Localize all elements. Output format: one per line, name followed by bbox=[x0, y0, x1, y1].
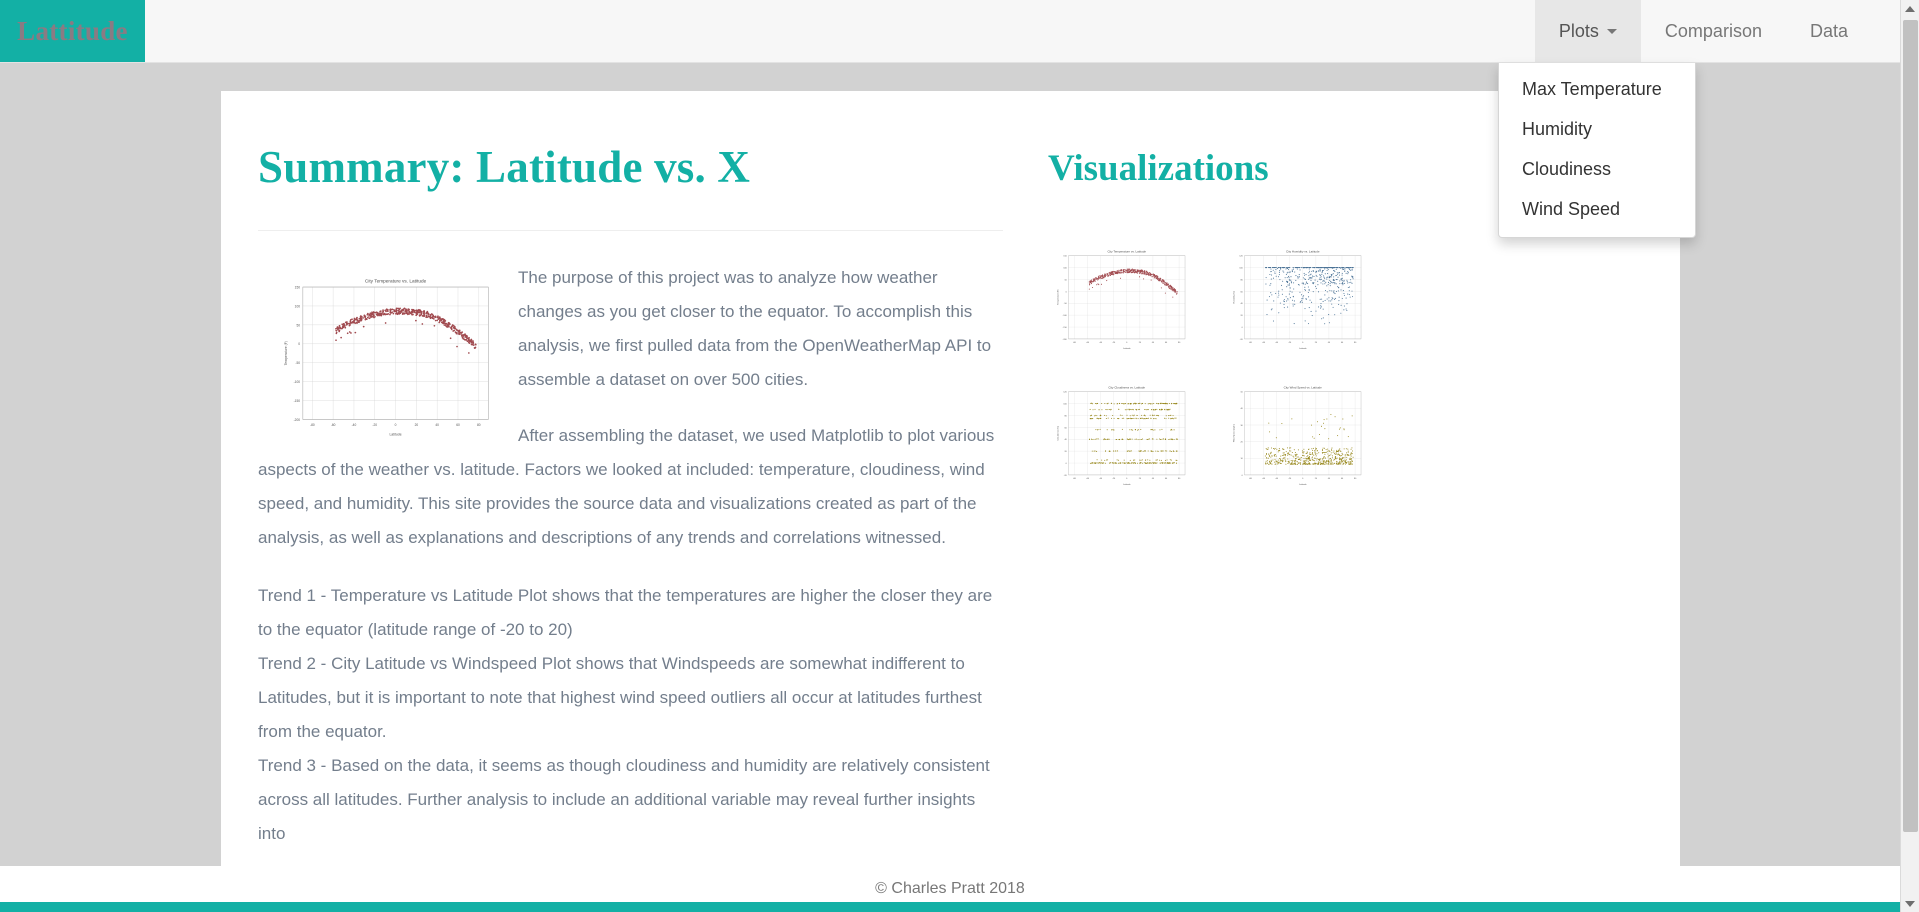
chart-title-temperature: City Temperature vs. Latitude bbox=[365, 278, 427, 284]
nav-item-plots[interactable]: Plots bbox=[1534, 0, 1641, 62]
dropdown-item-max-temperature[interactable]: Max Temperature bbox=[1499, 69, 1695, 109]
svg-text:-60: -60 bbox=[331, 423, 336, 427]
thumbnail-windspeed[interactable]: City Wind Speed vs. Latitude 50 40 30 20… bbox=[1224, 381, 1372, 491]
thumb-temperature-svg: City Temperature vs. Latitude 150100 500… bbox=[1050, 245, 1194, 355]
footer-copyright: © Charles Pratt 2018 bbox=[875, 880, 1025, 897]
content-row: Summary: Latitude vs. X City Temperature… bbox=[221, 91, 1680, 851]
nav-item-plots-label: Plots bbox=[1558, 20, 1599, 41]
svg-text:80: 80 bbox=[477, 423, 481, 427]
svg-text:City Temperature vs. Latitude: City Temperature vs. Latitude bbox=[1107, 250, 1146, 254]
navbar: Lattitude Plots Comparison Data bbox=[0, 0, 1900, 63]
scrollbar-thumb[interactable] bbox=[1903, 20, 1918, 832]
nav-item-comparison[interactable]: Comparison bbox=[1641, 0, 1786, 62]
nav-item-data[interactable]: Data bbox=[1786, 0, 1872, 62]
svg-text:100: 100 bbox=[295, 304, 301, 308]
svg-text:City Humidity vs. Latitude: City Humidity vs. Latitude bbox=[1286, 250, 1320, 254]
thumbnail-humidity[interactable]: City Humidity vs. Latitude 120 100 80 60… bbox=[1224, 245, 1372, 355]
svg-text:Latitude: Latitude bbox=[1123, 483, 1131, 486]
trends-block: Trend 1 - Temperature vs Latitude Plot s… bbox=[258, 579, 1003, 851]
trend-3: Trend 3 - Based on the data, it seems as… bbox=[258, 756, 990, 843]
nav-item-data-label: Data bbox=[1809, 20, 1848, 41]
svg-text:Humidity (%): Humidity (%) bbox=[1232, 291, 1235, 303]
browser-page: Lattitude Plots Comparison Data Max Temp… bbox=[0, 0, 1919, 912]
svg-text:Latitude: Latitude bbox=[1123, 347, 1131, 350]
trend-1: Trend 1 - Temperature vs Latitude Plot s… bbox=[258, 586, 993, 639]
svg-text:-80: -80 bbox=[310, 423, 315, 427]
svg-text:-100: -100 bbox=[294, 380, 301, 384]
svg-text:60: 60 bbox=[456, 423, 460, 427]
ylabel-temperature: Temperature (F) bbox=[284, 341, 288, 365]
scroll-down-icon[interactable] bbox=[1901, 895, 1919, 912]
svg-text:Latitude: Latitude bbox=[1299, 347, 1307, 350]
brand-logo[interactable]: Lattitude bbox=[0, 0, 145, 62]
svg-text:50: 50 bbox=[296, 323, 300, 327]
thumbnail-temperature[interactable]: City Temperature vs. Latitude 150 100 50… bbox=[1048, 245, 1196, 355]
svg-text:-40: -40 bbox=[352, 423, 357, 427]
thumb-humidity-svg: City Humidity vs. Latitude 120100 8060 4… bbox=[1226, 245, 1370, 355]
dropdown-item-wind-speed[interactable]: Wind Speed bbox=[1499, 189, 1695, 229]
footer-accent-bar bbox=[0, 902, 1900, 912]
svg-text:-150: -150 bbox=[294, 399, 301, 403]
figure-temperature-vs-latitude[interactable]: City Temperature vs. Latitude 150 100 50… bbox=[274, 270, 502, 445]
page-title: Summary: Latitude vs. X bbox=[258, 142, 751, 192]
svg-text:Latitude: Latitude bbox=[1299, 483, 1307, 486]
svg-text:0: 0 bbox=[395, 423, 397, 427]
svg-text:Temperature (F): Temperature (F) bbox=[1056, 289, 1059, 305]
svg-text:City Wind Speed vs. Latitude: City Wind Speed vs. Latitude bbox=[1284, 386, 1322, 390]
svg-text:20: 20 bbox=[415, 423, 419, 427]
svg-text:-20: -20 bbox=[372, 423, 377, 427]
thumb-cloudiness-svg: City Cloudiness vs. Latitude 120100 8060… bbox=[1050, 381, 1194, 491]
chevron-down-icon bbox=[1606, 28, 1617, 34]
svg-text:40: 40 bbox=[435, 423, 439, 427]
nav-links: Plots Comparison Data bbox=[1534, 0, 1900, 62]
summary-column: Summary: Latitude vs. X City Temperature… bbox=[221, 91, 1028, 851]
svg-text:150: 150 bbox=[295, 285, 301, 289]
svg-text:0: 0 bbox=[298, 342, 300, 346]
thumbnail-grid: City Temperature vs. Latitude 150 100 50… bbox=[1048, 245, 1648, 491]
svg-text:-50: -50 bbox=[295, 361, 300, 365]
plots-dropdown-menu: Max Temperature Humidity Cloudiness Wind… bbox=[1498, 63, 1696, 239]
nav-right-padding bbox=[1872, 0, 1900, 62]
trend-2: Trend 2 - City Latitude vs Windspeed Plo… bbox=[258, 654, 982, 741]
thumbnail-cloudiness[interactable]: City Cloudiness vs. Latitude 120 100 80 … bbox=[1048, 381, 1196, 491]
svg-text:Wind Speed (mph): Wind Speed (mph) bbox=[1233, 424, 1235, 442]
vertical-scrollbar[interactable] bbox=[1900, 0, 1919, 912]
dropdown-item-cloudiness[interactable]: Cloudiness bbox=[1499, 149, 1695, 189]
xlabel-temperature: Latitude bbox=[390, 433, 402, 437]
temperature-scatter-svg: City Temperature vs. Latitude 150100 500… bbox=[274, 270, 502, 445]
intro-block: City Temperature vs. Latitude 150 100 50… bbox=[258, 261, 1003, 555]
thumb-windspeed-svg: City Wind Speed vs. Latitude 5040 3020 1… bbox=[1226, 381, 1370, 491]
scroll-up-icon[interactable] bbox=[1901, 0, 1919, 17]
content-card: Summary: Latitude vs. X City Temperature… bbox=[221, 91, 1680, 866]
svg-text:City Cloudiness vs. Latitude: City Cloudiness vs. Latitude bbox=[1108, 386, 1145, 390]
title-divider bbox=[258, 230, 1003, 231]
svg-text:Cloudiness (%): Cloudiness (%) bbox=[1057, 426, 1059, 441]
nav-item-comparison-label: Comparison bbox=[1664, 20, 1762, 41]
svg-text:-200: -200 bbox=[294, 418, 301, 422]
dropdown-item-humidity[interactable]: Humidity bbox=[1499, 109, 1695, 149]
